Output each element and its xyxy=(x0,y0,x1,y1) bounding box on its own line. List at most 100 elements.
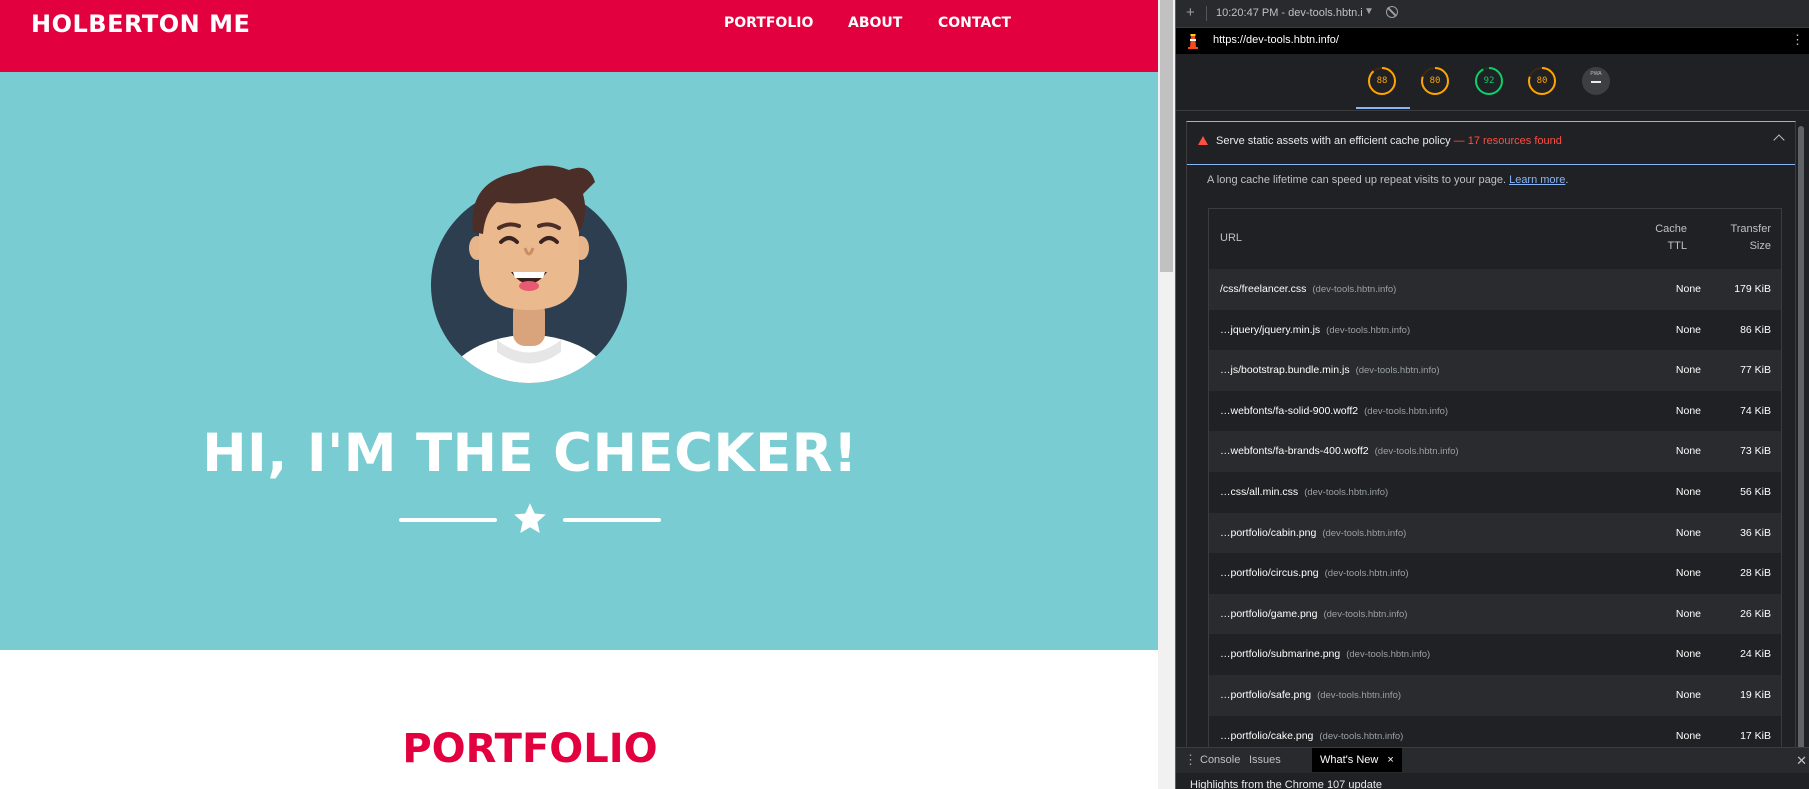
caret-down-icon[interactable]: ▼ xyxy=(1364,6,1374,17)
resource-url[interactable]: …portfolio/circus.png (dev-tools.hbtn.inf… xyxy=(1220,567,1409,579)
resource-url[interactable]: …portfolio/cake.png (dev-tools.hbtn.info) xyxy=(1220,730,1403,742)
report-url[interactable]: https://dev-tools.hbtn.info/ xyxy=(1213,34,1339,46)
accessibility-score: 80 xyxy=(1429,76,1441,86)
cache-ttl-value: None xyxy=(1675,688,1701,701)
drawer-tabbar: ⋮ Console Issues What's New × ✕ xyxy=(1176,747,1809,773)
page-scrollbar-thumb[interactable] xyxy=(1160,0,1173,272)
cache-ttl-value: None xyxy=(1675,485,1701,498)
close-tab-icon[interactable]: × xyxy=(1387,754,1393,766)
resource-url[interactable]: …js/bootstrap.bundle.min.js (dev-tools.hb… xyxy=(1220,364,1440,376)
column-header-cache-ttl: Cache TTL xyxy=(1655,221,1687,255)
nav-link-about[interactable]: ABOUT xyxy=(848,15,902,31)
more-options-icon[interactable]: ⋮ xyxy=(1791,32,1804,48)
best-practices-score: 92 xyxy=(1483,76,1495,86)
resource-host: (dev-tools.hbtn.info) xyxy=(1346,649,1431,661)
table-row: …webfonts/fa-solid-900.woff2 (dev-tools.h… xyxy=(1208,390,1782,432)
page-scrollbar[interactable] xyxy=(1158,0,1175,789)
whats-new-headline: Highlights from the Chrome 107 update xyxy=(1190,779,1382,789)
resource-path[interactable]: …portfolio/circus.png xyxy=(1220,567,1319,579)
toolbar-separator xyxy=(1206,6,1207,21)
score-gauges: 88 80 92 80 PWA xyxy=(1176,54,1809,111)
table-row: …webfonts/fa-brands-400.woff2 (dev-tools.… xyxy=(1208,431,1782,472)
clear-icon[interactable] xyxy=(1386,6,1398,18)
divider-line-left xyxy=(399,518,497,522)
cache-ttl-value: None xyxy=(1675,729,1701,742)
resource-url[interactable]: …css/all.min.css (dev-tools.hbtn.info) xyxy=(1220,486,1388,498)
resources-table: URL Cache TTL Transfer Size /css/freelan… xyxy=(1208,208,1782,757)
resource-url[interactable]: …portfolio/cabin.png (dev-tools.hbtn.info… xyxy=(1220,527,1406,539)
cache-ttl-value: None xyxy=(1675,445,1701,458)
chevron-up-icon[interactable] xyxy=(1773,134,1785,146)
resource-url[interactable]: …webfonts/fa-brands-400.woff2 (dev-tools.… xyxy=(1220,445,1459,457)
resource-host: (dev-tools.hbtn.info) xyxy=(1323,608,1408,620)
tab-issues[interactable]: Issues xyxy=(1249,754,1281,766)
cache-ttl-value: None xyxy=(1675,526,1701,539)
nav-link-contact[interactable]: CONTACT xyxy=(938,15,1011,31)
transfer-size-value: 36 KiB xyxy=(1740,526,1771,539)
tab-whats-new[interactable]: What's New × xyxy=(1312,748,1402,772)
warning-triangle-icon xyxy=(1198,136,1208,145)
transfer-size-value: 24 KiB xyxy=(1740,648,1771,661)
nav-link-portfolio[interactable]: PORTFOLIO xyxy=(724,15,813,31)
resource-path[interactable]: …portfolio/cabin.png xyxy=(1220,527,1316,539)
resource-url[interactable]: …jquery/jquery.min.js (dev-tools.hbtn.inf… xyxy=(1220,324,1410,336)
table-row: /css/freelancer.css (dev-tools.hbtn.info)… xyxy=(1208,269,1782,310)
column-header-url: URL xyxy=(1220,232,1243,244)
learn-more-link[interactable]: Learn more xyxy=(1509,174,1565,186)
resource-path[interactable]: …css/all.min.css xyxy=(1220,486,1298,498)
resource-url[interactable]: …portfolio/game.png (dev-tools.hbtn.info) xyxy=(1220,608,1407,620)
plus-icon[interactable]: + xyxy=(1186,4,1195,21)
resource-host: (dev-tools.hbtn.info) xyxy=(1364,405,1449,417)
table-row: …js/bootstrap.bundle.min.js (dev-tools.hb… xyxy=(1208,350,1782,391)
transfer-size-value: 28 KiB xyxy=(1740,567,1771,580)
audit-cache-policy: Serve static assets with an efficient ca… xyxy=(1186,121,1796,763)
table-row: …portfolio/game.png (dev-tools.hbtn.info)… xyxy=(1208,593,1782,635)
resource-url[interactable]: /css/freelancer.css (dev-tools.hbtn.info) xyxy=(1220,283,1396,295)
table-row: …portfolio/submarine.png (dev-tools.hbtn.… xyxy=(1208,634,1782,675)
resource-path[interactable]: …portfolio/game.png xyxy=(1220,608,1317,620)
report-selector[interactable]: 10:20:47 PM - dev-tools.hbtn.i xyxy=(1216,7,1363,19)
resource-host: (dev-tools.hbtn.info) xyxy=(1304,486,1389,498)
resource-path[interactable]: /css/freelancer.css xyxy=(1220,283,1306,295)
resource-host: (dev-tools.hbtn.info) xyxy=(1324,568,1409,580)
transfer-size-value: 56 KiB xyxy=(1740,485,1771,498)
resource-path[interactable]: …portfolio/cake.png xyxy=(1220,730,1313,742)
resource-url[interactable]: …portfolio/safe.png (dev-tools.hbtn.info) xyxy=(1220,689,1401,701)
transfer-size-value: 86 KiB xyxy=(1740,323,1771,336)
transfer-size-value: 19 KiB xyxy=(1740,688,1771,701)
transfer-size-value: 17 KiB xyxy=(1740,729,1771,742)
resource-path[interactable]: …webfonts/fa-brands-400.woff2 xyxy=(1220,445,1369,457)
audit-scrollbar[interactable] xyxy=(1797,121,1805,761)
resource-path[interactable]: …js/bootstrap.bundle.min.js xyxy=(1220,364,1350,376)
resource-path[interactable]: …portfolio/safe.png xyxy=(1220,689,1311,701)
audit-found-count: — 17 resources found xyxy=(1453,135,1562,147)
navbar: HOLBERTON ME PORTFOLIO ABOUT CONTACT xyxy=(0,0,1158,72)
column-header-cache-ttl-line2: TTL xyxy=(1667,240,1687,252)
brand-logo[interactable]: HOLBERTON ME xyxy=(31,10,250,38)
resource-url[interactable]: …portfolio/submarine.png (dev-tools.hbtn.… xyxy=(1220,648,1430,660)
transfer-size-value: 26 KiB xyxy=(1740,607,1771,620)
audit-title: Serve static assets with an efficient ca… xyxy=(1216,135,1562,147)
close-drawer-icon[interactable]: ✕ xyxy=(1796,753,1807,769)
description-period: . xyxy=(1565,174,1569,186)
tab-console[interactable]: Console xyxy=(1200,754,1240,766)
avatar-illustration xyxy=(431,165,627,383)
devtools-panel: + 10:20:47 PM - dev-tools.hbtn.i ▼ https… xyxy=(1176,0,1809,789)
lighthouse-toolbar: + 10:20:47 PM - dev-tools.hbtn.i ▼ xyxy=(1176,0,1809,28)
audit-header[interactable]: Serve static assets with an efficient ca… xyxy=(1187,122,1795,165)
resource-host: (dev-tools.hbtn.info) xyxy=(1312,284,1397,295)
column-header-transfer-size: Transfer Size xyxy=(1730,221,1771,255)
resource-path[interactable]: …portfolio/submarine.png xyxy=(1220,648,1340,660)
resource-path[interactable]: …webfonts/fa-solid-900.woff2 xyxy=(1220,405,1358,417)
resource-path[interactable]: …jquery/jquery.min.js xyxy=(1220,324,1320,336)
drawer-menu-icon[interactable]: ⋮ xyxy=(1184,752,1197,768)
resource-url[interactable]: …webfonts/fa-solid-900.woff2 (dev-tools.h… xyxy=(1220,405,1448,417)
audit-scrollbar-thumb[interactable] xyxy=(1798,126,1804,760)
column-header-transfer-size-line2: Size xyxy=(1749,240,1771,252)
audit-description-text: A long cache lifetime can speed up repea… xyxy=(1207,174,1507,186)
table-row: …portfolio/safe.png (dev-tools.hbtn.info)… xyxy=(1208,674,1782,716)
transfer-size-value: 73 KiB xyxy=(1740,445,1771,458)
column-header-cache-ttl-line1: Cache xyxy=(1655,223,1687,235)
cache-ttl-value: None xyxy=(1675,323,1701,336)
column-header-transfer-size-line1: Transfer xyxy=(1730,223,1771,235)
